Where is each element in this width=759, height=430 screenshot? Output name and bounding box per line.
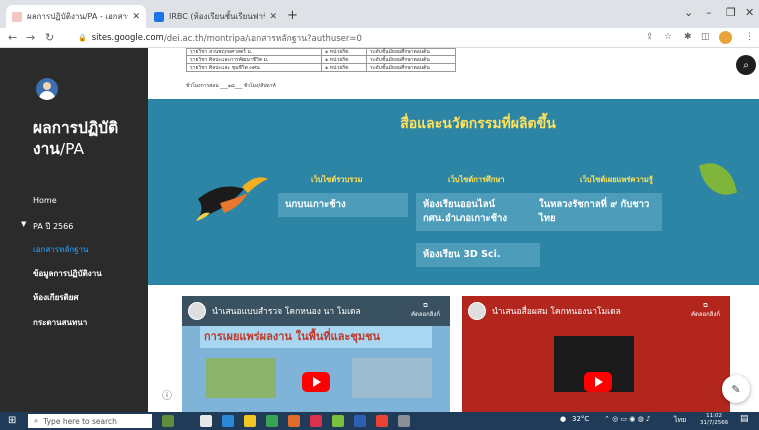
video-embed-2[interactable]: นำเสนอสื่อผสม โคกหนองนาโมเดล ⧉ คัดลอกลิงก…: [462, 296, 730, 412]
task-view-icon[interactable]: [200, 415, 212, 427]
site-logo[interactable]: [36, 78, 58, 100]
main-content: รายวิชา สวนพฤกษศาสตร์ ม. ๑ หน่วยกิต ระดับช…: [148, 48, 759, 412]
course-table: รายวิชา สวนพฤกษศาสตร์ ม. ๑ หน่วยกิต ระดับช…: [186, 48, 456, 72]
link-online-classroom[interactable]: ห้องเรียนออนไลน์ กศน.อำเภอเกาะช้าง: [416, 193, 540, 231]
video-embed-1[interactable]: นำเสนอแบบสำรวจ โคกหนอง นา โมเดล ⧉ คัดลอกล…: [182, 296, 450, 412]
tab-pa[interactable]: ผลการปฏิบัติงาน/PA - เอกสารหลักฐ ✕: [6, 5, 146, 28]
video-photo: [206, 358, 276, 398]
nav-board[interactable]: กระดานสนทนา: [33, 316, 87, 329]
banner-title: สื่อและนวัตกรรมที่ผลิตขึ้น: [400, 116, 556, 132]
minimize-button[interactable]: –: [706, 6, 712, 19]
sidepanel-icon[interactable]: ◫: [701, 32, 710, 42]
nav-honors[interactable]: ห้องเกียรติยศ: [33, 291, 79, 304]
tab-search-icon[interactable]: ⌄: [684, 6, 693, 19]
info-icon[interactable]: ⓘ: [162, 387, 172, 402]
weather-icon[interactable]: ●: [560, 415, 566, 423]
browser-toolbar: ← → ↻ 🔒 sites.google.com/dei.ac.th/montr…: [0, 28, 759, 48]
nav-home[interactable]: Home: [33, 196, 57, 205]
browser-tab-strip: ผลการปฏิบัติงาน/PA - เอกสารหลักฐ ✕ IRBC …: [0, 0, 759, 28]
close-window-button[interactable]: ✕: [745, 6, 754, 19]
windows-taskbar: ⊞ ⌕ Type here to search ● 32°C ⌃ ◎ ▭ ◉ ◍…: [0, 412, 759, 430]
play-button[interactable]: [302, 372, 330, 392]
edit-pencil-icon[interactable]: ✎: [722, 375, 750, 403]
video-photo: [352, 358, 432, 398]
search-icon[interactable]: ⌕: [736, 55, 756, 75]
search-icon: ⌕: [34, 416, 39, 425]
table-row: รายวิชา ศิลปะและ ชุมชีวิต ๓ศน. ๑ หน่วยกิต…: [186, 63, 456, 72]
bookmark-star-icon[interactable]: ☆: [664, 32, 672, 42]
col-head-knowledge: เว็บไซต์เผยแพร่ความรู้: [580, 175, 653, 184]
edge-icon[interactable]: [222, 415, 234, 427]
profile-avatar[interactable]: [719, 31, 732, 44]
link-king-rama9[interactable]: ในหลวงรัชกาลที่ ๙ กับชาวไทย: [532, 193, 662, 231]
col-head-collection: เว็บไซต์รวบรวม: [311, 175, 363, 184]
notification-icon[interactable]: ▤: [740, 414, 749, 424]
clock[interactable]: 11:02 31/7/2566: [700, 413, 728, 427]
leaf-icon: [698, 157, 738, 201]
windows-start-icon[interactable]: ⊞: [8, 415, 16, 426]
chrome-icon[interactable]: [376, 415, 388, 427]
address-bar[interactable]: 🔒 sites.google.com/dei.ac.th/montripa/เอ…: [72, 30, 642, 46]
site-title[interactable]: ผลการปฏิบัติ งาน/PA: [33, 118, 143, 160]
tab-irbc[interactable]: IRBC (ห้องเรียนชั้นเรียนฟาร์มสา ✕: [148, 5, 283, 28]
media-banner: สื่อและนวัตกรรมที่ผลิตขึ้น เว็บไซต์รวบรว…: [148, 99, 759, 285]
teaching-hours-note: ชั่วโมงการสอน ___๑๘___ ชั่วโมง/สัปดาห์: [186, 83, 276, 89]
nav-performance[interactable]: ข้อมูลการปฏิบัติงาน: [33, 267, 102, 280]
lock-icon: 🔒: [78, 34, 87, 42]
app-icon[interactable]: [288, 415, 300, 427]
close-tab-icon[interactable]: ✕: [269, 12, 277, 22]
site-favicon-icon: [12, 11, 22, 22]
web-page: ผลการปฏิบัติ งาน/PA Home ▼ PA ปี 2566 เอก…: [0, 48, 759, 412]
copy-link-button[interactable]: ⧉ คัดลอกลิงก์: [691, 301, 720, 319]
chevron-down-icon[interactable]: ▼: [21, 220, 26, 228]
menu-kebab-icon[interactable]: ⋮: [745, 32, 754, 42]
channel-avatar: [468, 302, 486, 320]
channel-avatar: [188, 302, 206, 320]
nav-evidence[interactable]: เอกสารหลักฐาน: [33, 243, 88, 256]
play-button[interactable]: [584, 372, 612, 392]
taskbar-search-input[interactable]: ⌕ Type here to search: [28, 414, 152, 428]
tray-icons[interactable]: ⌃ ◎ ▭ ◉ ◍ ♪: [604, 415, 650, 423]
share-icon[interactable]: ⇪: [646, 32, 654, 42]
col-head-education: เว็บไซต์การศึกษา: [448, 175, 505, 184]
link-3d-sci[interactable]: ห้องเรียน 3D Sci.: [416, 243, 540, 267]
screen: ผลการปฏิบัติงาน/PA - เอกสารหลักฐ ✕ IRBC …: [0, 0, 759, 430]
hornbill-icon: [196, 177, 268, 221]
site-favicon-icon: [154, 11, 164, 22]
link-hornbill[interactable]: นกบนเกาะช้าง: [278, 193, 408, 217]
back-icon[interactable]: ←: [8, 31, 17, 44]
app-icon[interactable]: [162, 415, 174, 427]
copy-link-button[interactable]: ⧉ คัดลอกลิงก์: [411, 301, 440, 319]
nav-pa-2566[interactable]: PA ปี 2566: [33, 220, 73, 233]
video-caption: การเผยแพร่ผลงาน ในพื้นที่และชุมชน: [200, 326, 432, 348]
input-language[interactable]: ไทย: [674, 415, 686, 426]
weather-temp: 32°C: [572, 415, 590, 423]
close-tab-icon[interactable]: ✕: [132, 12, 140, 22]
new-tab-button[interactable]: +: [287, 8, 298, 23]
word-icon[interactable]: [354, 415, 366, 427]
app-icon[interactable]: [332, 415, 344, 427]
app-icon[interactable]: [310, 415, 322, 427]
file-explorer-icon[interactable]: [244, 415, 256, 427]
forward-icon[interactable]: →: [26, 31, 35, 44]
maximize-button[interactable]: ❐: [726, 6, 736, 19]
reload-icon[interactable]: ↻: [45, 31, 54, 44]
extensions-icon[interactable]: ✱: [684, 32, 692, 42]
app-icon[interactable]: [398, 415, 410, 427]
sidebar: ผลการปฏิบัติ งาน/PA Home ▼ PA ปี 2566 เอก…: [0, 48, 148, 412]
store-icon[interactable]: [266, 415, 278, 427]
